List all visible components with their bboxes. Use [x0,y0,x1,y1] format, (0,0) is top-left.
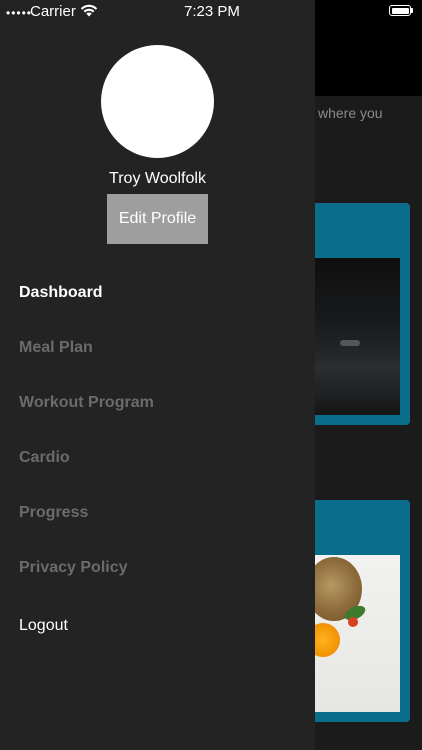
side-drawer: Troy Woolfolk Edit Profile Dashboard Mea… [0,0,315,750]
menu-item-progress[interactable]: Progress [19,504,88,522]
menu-item-logout[interactable]: Logout [19,617,68,635]
tomato [348,617,358,627]
wifi-icon [80,4,98,21]
avatar[interactable] [101,45,214,158]
background-intro-text: where you [318,105,383,121]
battery-icon [389,5,411,16]
menu-item-privacy-policy[interactable]: Privacy Policy [19,559,128,577]
meal-card-image [300,555,400,712]
carrier-label: Carrier [30,3,76,20]
menu-item-workout-program[interactable]: Workout Program [19,394,154,412]
workout-card-image [300,258,400,415]
clock: 7:23 PM [184,3,240,20]
menu-item-cardio[interactable]: Cardio [19,449,70,467]
signal-icon: ••••• [6,6,33,20]
menu-item-dashboard[interactable]: Dashboard [19,284,103,302]
gym-equipment-glint [340,340,360,346]
profile-name: Troy Woolfolk [109,170,206,187]
edit-profile-button[interactable]: Edit Profile [107,194,208,244]
status-bar: ••••• Carrier 7:23 PM [0,0,422,22]
menu-item-meal-plan[interactable]: Meal Plan [19,339,93,357]
battery-tip [411,8,413,13]
